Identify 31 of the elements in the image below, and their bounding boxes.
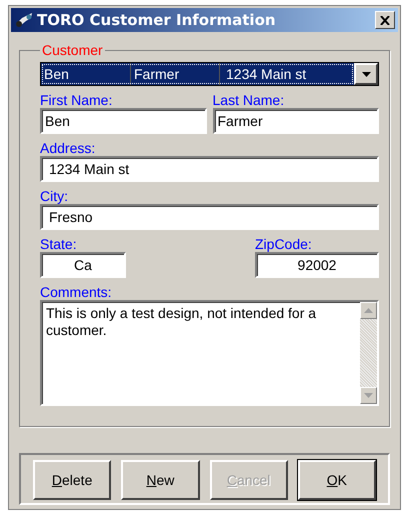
dropdown-button[interactable] xyxy=(354,63,378,85)
field-label: Address: xyxy=(40,140,96,156)
input-field[interactable]: 92002 xyxy=(255,252,379,278)
tractor-icon xyxy=(14,12,34,28)
scroll-bar[interactable] xyxy=(360,302,377,404)
input-field[interactable]: Ca xyxy=(40,252,126,278)
dropdown-column-text: Farmer xyxy=(131,63,220,85)
caret-icon xyxy=(362,72,370,76)
customer-dropdown[interactable]: Ben Farmer 1234 Main st xyxy=(40,62,379,86)
window-title: TORO Customer Information xyxy=(37,11,277,29)
dialog-button[interactable]: New xyxy=(121,460,200,500)
field-label: First Name: xyxy=(40,92,114,108)
scroll-down-icon xyxy=(364,393,373,398)
dropdown-column-text: Ben xyxy=(41,63,131,85)
group-label: Customer xyxy=(41,42,104,58)
dialog-button[interactable]: OK xyxy=(298,460,376,500)
field-label: ZipCode: xyxy=(255,236,313,252)
dropdown-column-text: 1234 Main st xyxy=(225,65,308,84)
comments-field[interactable]: This is only a test design, not intended for a customer. xyxy=(40,300,379,406)
input-field[interactable]: 1234 Main st xyxy=(40,156,379,182)
input-field[interactable]: Fresno xyxy=(40,204,379,230)
field-label: City: xyxy=(40,188,69,204)
input-field[interactable]: Farmer xyxy=(212,108,379,134)
field-label: Comments: xyxy=(40,284,113,300)
close-button[interactable] xyxy=(375,11,395,29)
input-field[interactable]: Ben xyxy=(40,108,206,134)
field-label: State: xyxy=(40,236,78,252)
scroll-up-icon xyxy=(364,308,373,313)
dialog-button[interactable]: Delete xyxy=(33,460,112,500)
close-icon xyxy=(380,16,390,24)
field-label: Last Name: xyxy=(212,92,286,108)
